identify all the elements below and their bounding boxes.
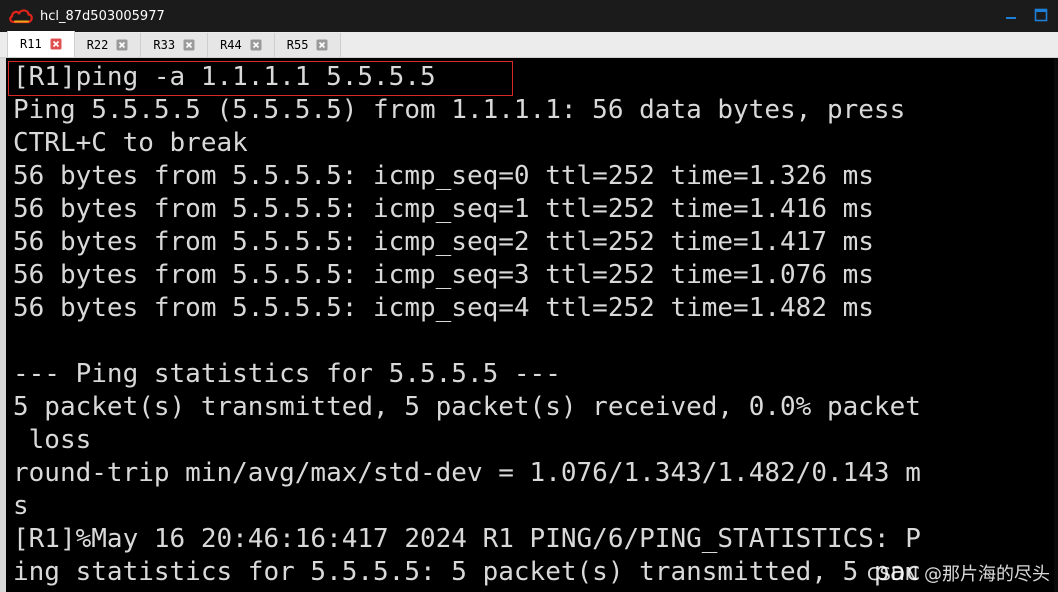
terminal-line: ing statistics for 5.5.5.5: 5 packet(s) … xyxy=(13,557,921,587)
tab-label: R33 xyxy=(153,38,176,52)
terminal-line: [R1]%May 16 20:46:16:417 2024 R1 PING/6/… xyxy=(13,524,921,554)
tab-r33[interactable]: R33 xyxy=(141,33,209,57)
window-title: hcl_87d503005977 xyxy=(40,8,165,24)
tab-r55[interactable]: R55 xyxy=(274,33,342,57)
tab-r11[interactable]: R11 xyxy=(7,31,75,57)
right-edge xyxy=(1054,58,1058,592)
terminal-line: 56 bytes from 5.5.5.5: icmp_seq=1 ttl=25… xyxy=(13,194,874,224)
terminal-line: 56 bytes from 5.5.5.5: icmp_seq=3 ttl=25… xyxy=(13,260,874,290)
maximize-icon[interactable] xyxy=(1032,6,1050,24)
terminal-line: --- Ping statistics for 5.5.5.5 --- xyxy=(13,359,561,389)
terminal-line: 5 packet(s) transmitted, 5 packet(s) rec… xyxy=(13,392,921,422)
terminal-line: 56 bytes from 5.5.5.5: icmp_seq=2 ttl=25… xyxy=(13,227,874,257)
close-icon[interactable] xyxy=(316,39,328,51)
tab-label: R44 xyxy=(220,38,242,52)
tab-label: R22 xyxy=(86,38,109,52)
terminal-line: 56 bytes from 5.5.5.5: icmp_seq=4 ttl=25… xyxy=(13,293,874,323)
terminal-line: round-trip min/avg/max/std-dev = 1.076/1… xyxy=(13,458,921,488)
tab-r44[interactable]: R44 xyxy=(208,33,275,57)
minimize-icon[interactable] xyxy=(1002,6,1020,24)
terminal-line: s xyxy=(13,491,29,521)
terminal-line: CTRL+C to break xyxy=(13,128,248,158)
close-icon[interactable] xyxy=(183,39,195,51)
tab-r22[interactable]: R22 xyxy=(74,33,142,57)
terminal-output[interactable]: [R1]ping -a 1.1.1.1 5.5.5.5 Ping 5.5.5.5… xyxy=(6,58,1054,592)
terminal-line: loss xyxy=(13,425,92,455)
tab-label: R55 xyxy=(286,38,309,52)
close-icon[interactable] xyxy=(250,39,262,51)
terminal-window: hcl_87d503005977 R11 R22 R33 R44 R55 [R1… xyxy=(0,0,1058,592)
watermark: CSDN @那片海的尽头 xyxy=(866,564,1050,585)
terminal-line: 56 bytes from 5.5.5.5: icmp_seq=0 ttl=25… xyxy=(13,161,874,191)
terminal-line: [R1]ping -a 1.1.1.1 5.5.5.5 xyxy=(13,62,436,92)
title-bar: hcl_87d503005977 xyxy=(0,0,1058,32)
window-controls xyxy=(1002,6,1050,24)
cloud-icon xyxy=(8,6,34,26)
close-icon[interactable] xyxy=(50,38,62,50)
close-icon[interactable] xyxy=(116,39,128,51)
tab-label: R11 xyxy=(20,37,42,51)
tab-bar: R11 R22 R33 R44 R55 xyxy=(0,31,1058,58)
terminal-line: Ping 5.5.5.5 (5.5.5.5) from 1.1.1.1: 56 … xyxy=(13,95,906,125)
